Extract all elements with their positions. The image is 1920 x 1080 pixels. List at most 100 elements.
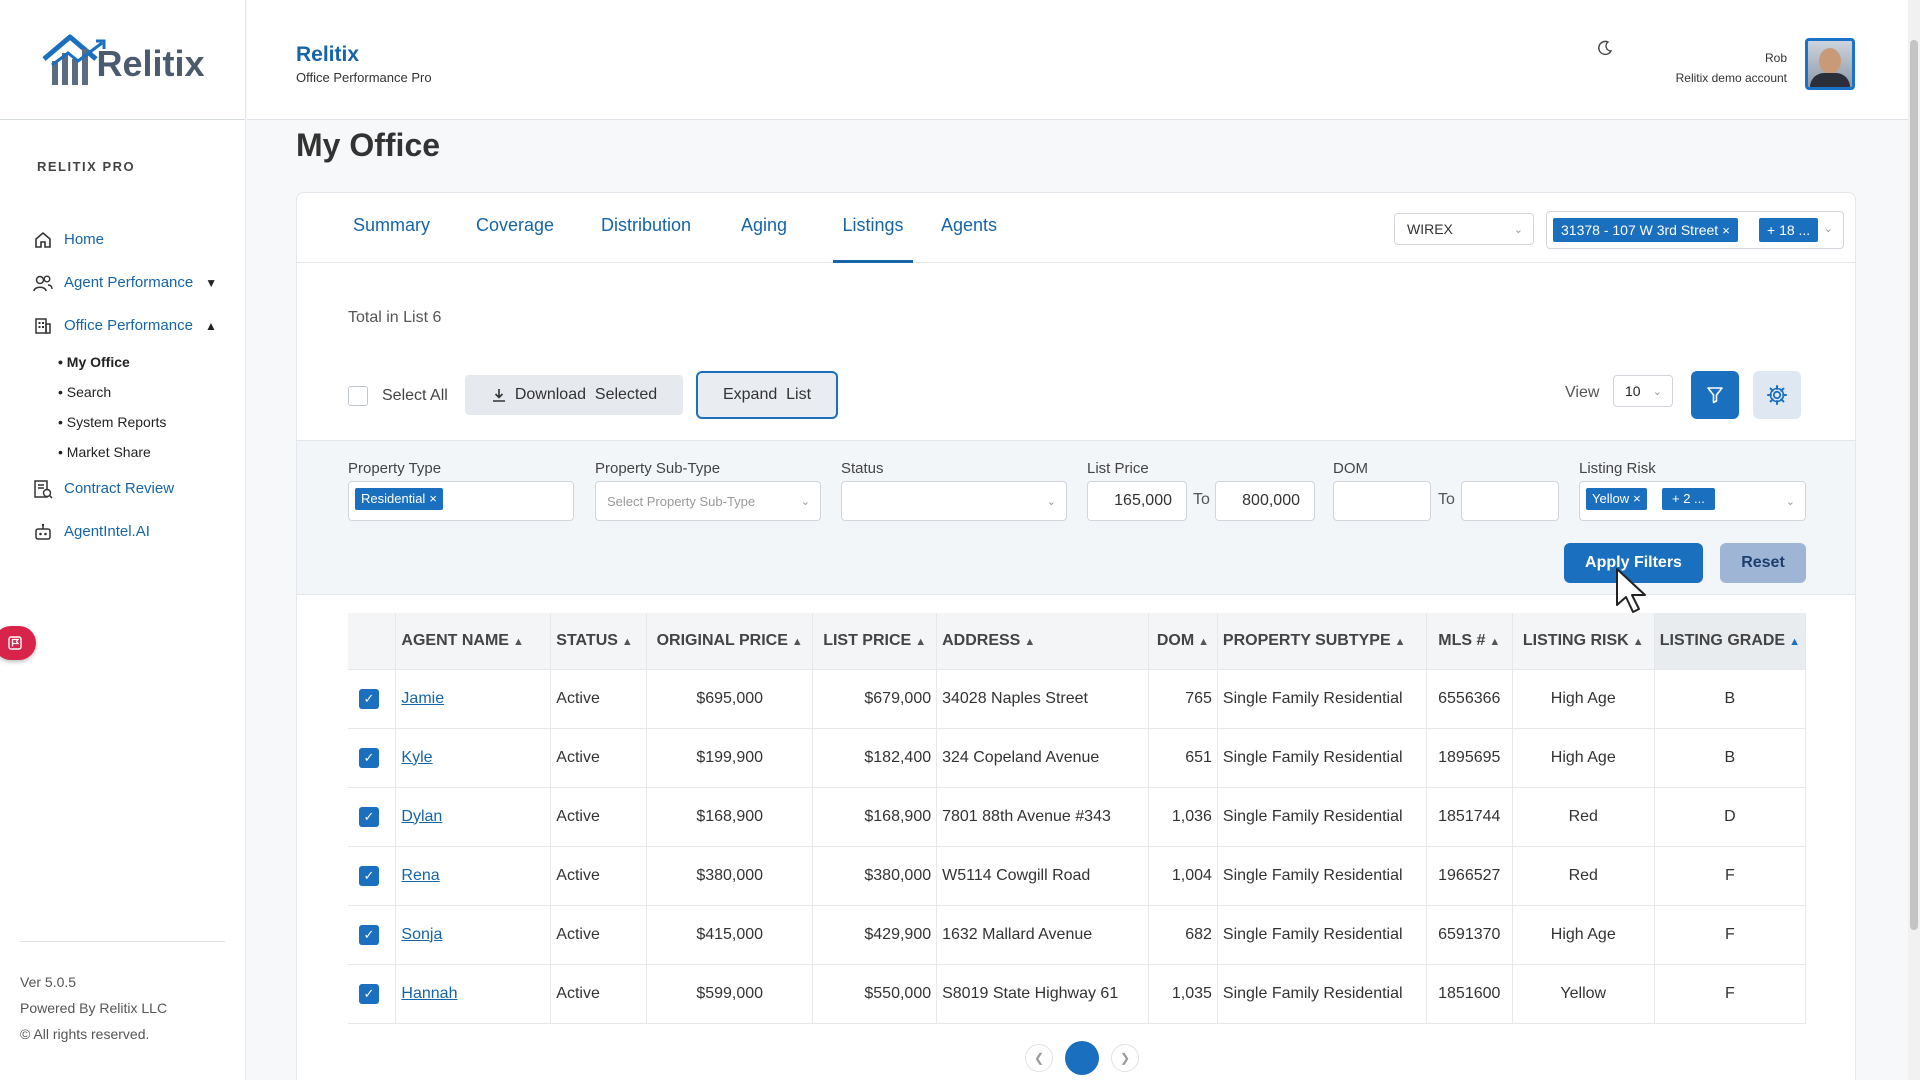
risk-chip[interactable]: Yellow ×: [1586, 488, 1647, 510]
sort-icon[interactable]: ▲︎: [622, 636, 633, 648]
avatar[interactable]: [1805, 38, 1855, 90]
row-checkbox[interactable]: ✓: [359, 747, 379, 768]
office-more-chip[interactable]: + 18 ...: [1759, 218, 1819, 242]
office-multiselect[interactable]: 31378 - 107 W 3rd Street × + 18 ... ⌄: [1546, 211, 1844, 249]
table-row[interactable]: ✓ Sonja Active $415,000 $429,900 1632 Mallar…: [348, 904, 1807, 964]
list-price-from-input[interactable]: 165,000: [1087, 481, 1187, 521]
sort-icon[interactable]: ▲︎: [513, 636, 524, 648]
feedback-flag-button[interactable]: [0, 626, 36, 660]
office-chip[interactable]: 31378 - 107 W 3rd Street ×: [1553, 218, 1738, 242]
sort-icon[interactable]: ▲︎: [1198, 636, 1209, 648]
subnav-market-share[interactable]: • Market Share: [58, 437, 232, 467]
col-listing-grade[interactable]: LISTING GRADE ▲︎: [1654, 613, 1807, 669]
row-checkbox[interactable]: ✓: [359, 806, 379, 827]
cell-list-price: $550,000: [812, 963, 938, 1024]
agent-name-link[interactable]: Hannah: [401, 985, 457, 1002]
sort-icon[interactable]: ▲︎: [1633, 636, 1644, 648]
tab-coverage[interactable]: Coverage: [476, 215, 554, 236]
agent-name-link[interactable]: Dylan: [401, 808, 442, 825]
row-checkbox[interactable]: ✓: [359, 865, 379, 886]
sidebar-item-home[interactable]: Home: [32, 218, 232, 261]
chevron-down-icon: ⌄: [1785, 495, 1795, 508]
cell-original-price: $599,000: [646, 963, 814, 1024]
download-selected-button[interactable]: Download Selected: [465, 375, 683, 415]
col-dom[interactable]: DOM ▲︎: [1148, 613, 1218, 669]
agent-name-link[interactable]: Kyle: [401, 749, 432, 766]
dom-from-input[interactable]: [1333, 481, 1431, 521]
sort-icon[interactable]: ▲︎: [792, 636, 803, 648]
sort-icon[interactable]: ▲︎: [1789, 636, 1800, 648]
cell-property-subtype: Single Family Residential: [1217, 786, 1427, 846]
col-list-price[interactable]: LIST PRICE ▲︎: [812, 613, 938, 669]
row-checkbox[interactable]: ✓: [359, 688, 379, 709]
chevron-right-icon[interactable]: ❯: [1111, 1044, 1139, 1072]
table-body: ✓ Jamie Active $695,000 $679,000 34028 Naple…: [348, 668, 1807, 1024]
col-listing-risk[interactable]: LISTING RISK ▲︎: [1512, 613, 1655, 669]
settings-button[interactable]: [1753, 371, 1801, 419]
col-property-subtype[interactable]: PROPERTY SUBTYPE ▲︎: [1217, 613, 1427, 669]
agent-name-link[interactable]: Rena: [401, 867, 439, 884]
subtype-select[interactable]: Select Property Sub-Type ⌄: [595, 481, 821, 521]
table-row[interactable]: ✓ Rena Active $380,000 $380,000 W5114 Cowgil…: [348, 845, 1807, 905]
cell-listing-risk: High Age: [1512, 904, 1655, 964]
tab-distribution[interactable]: Distribution: [601, 215, 691, 236]
subnav-my-office[interactable]: • My Office: [58, 347, 232, 377]
col-address[interactable]: ADDRESS ▲︎: [936, 613, 1149, 669]
col-original-price[interactable]: ORIGINAL PRICE ▲︎: [646, 613, 814, 669]
tab-summary[interactable]: Summary: [353, 215, 430, 236]
close-icon[interactable]: ×: [1633, 491, 1641, 506]
page-size-select[interactable]: 10 ⌄: [1613, 375, 1673, 407]
tab-agents[interactable]: Agents: [941, 215, 997, 236]
close-icon[interactable]: ×: [1722, 223, 1730, 238]
sort-icon[interactable]: ▲︎: [1395, 636, 1406, 648]
sidebar-item-contract-review[interactable]: Contract Review: [32, 467, 232, 510]
table-row[interactable]: ✓ Jamie Active $695,000 $679,000 34028 Naple…: [348, 668, 1807, 728]
col-status[interactable]: STATUS ▲︎: [550, 613, 648, 669]
status-select[interactable]: ⌄: [841, 481, 1067, 521]
select-all-control[interactable]: Select All: [348, 386, 448, 406]
expand-list-button[interactable]: Expand List: [696, 371, 838, 419]
subnav-system-reports[interactable]: • System Reports: [58, 407, 232, 437]
caret-down-icon[interactable]: ▼: [205, 276, 217, 290]
table-row[interactable]: ✓ Dylan Active $168,900 $168,900 7801 88th A…: [348, 786, 1807, 846]
sort-icon[interactable]: ▲︎: [1024, 636, 1035, 648]
sort-icon[interactable]: ▲︎: [1489, 636, 1500, 648]
reset-button[interactable]: Reset: [1720, 543, 1806, 583]
risk-more-chip[interactable]: + 2 ...: [1662, 488, 1715, 510]
sidebar-item-agentintel[interactable]: AgentIntel.AI: [32, 510, 232, 553]
property-type-chip[interactable]: Residential ×: [355, 488, 443, 510]
tab-aging[interactable]: Aging: [741, 215, 787, 236]
brand-title[interactable]: Relitix: [296, 43, 359, 67]
property-type-select[interactable]: Residential ×: [348, 481, 574, 521]
filter-toggle-button[interactable]: [1691, 371, 1739, 419]
cell-dom: 765: [1148, 668, 1218, 728]
col-mls[interactable]: MLS # ▲︎: [1426, 613, 1513, 669]
sort-icon[interactable]: ▲︎: [915, 636, 926, 648]
listing-risk-select[interactable]: Yellow × + 2 ... ⌄: [1579, 481, 1806, 521]
row-checkbox-cell: ✓: [348, 963, 397, 1024]
list-price-to-input[interactable]: 800,000: [1215, 481, 1315, 521]
caret-up-icon[interactable]: ▲: [205, 319, 217, 333]
sidebar-item-office-performance[interactable]: Office Performance ▲: [32, 304, 232, 347]
agent-name-link[interactable]: Sonja: [401, 926, 442, 943]
row-checkbox[interactable]: ✓: [359, 983, 379, 1004]
page-scrollbar[interactable]: [1908, 0, 1920, 1080]
dom-to-input[interactable]: [1461, 481, 1559, 521]
table-row[interactable]: ✓ Hannah Active $599,000 $550,000 S8019 Stat…: [348, 963, 1807, 1024]
top-bar: Relitix Office Performance Pro Rob Relit…: [247, 0, 1908, 120]
agent-name-link[interactable]: Jamie: [401, 690, 444, 707]
relitix-logo[interactable]: Relitix: [40, 31, 205, 89]
col-agent-name[interactable]: AGENT NAME ▲︎: [395, 613, 552, 669]
sidebar-item-agent-performance[interactable]: Agent Performance ▼: [32, 261, 232, 304]
tab-listings[interactable]: Listings: [833, 215, 913, 263]
scroll-thumb[interactable]: [1910, 40, 1918, 930]
select-all-checkbox[interactable]: [348, 386, 368, 406]
chevron-left-icon[interactable]: ❮: [1025, 1044, 1053, 1072]
mls-select[interactable]: WIREX ⌄: [1394, 213, 1534, 245]
subnav-search[interactable]: • Search: [58, 377, 232, 407]
table-row[interactable]: ✓ Kyle Active $199,900 $182,400 324 Copeland…: [348, 727, 1807, 787]
page-number-current[interactable]: 1: [1065, 1041, 1099, 1075]
row-checkbox[interactable]: ✓: [359, 924, 379, 945]
dark-mode-moon-icon[interactable]: [1597, 40, 1613, 61]
close-icon[interactable]: ×: [429, 491, 437, 506]
